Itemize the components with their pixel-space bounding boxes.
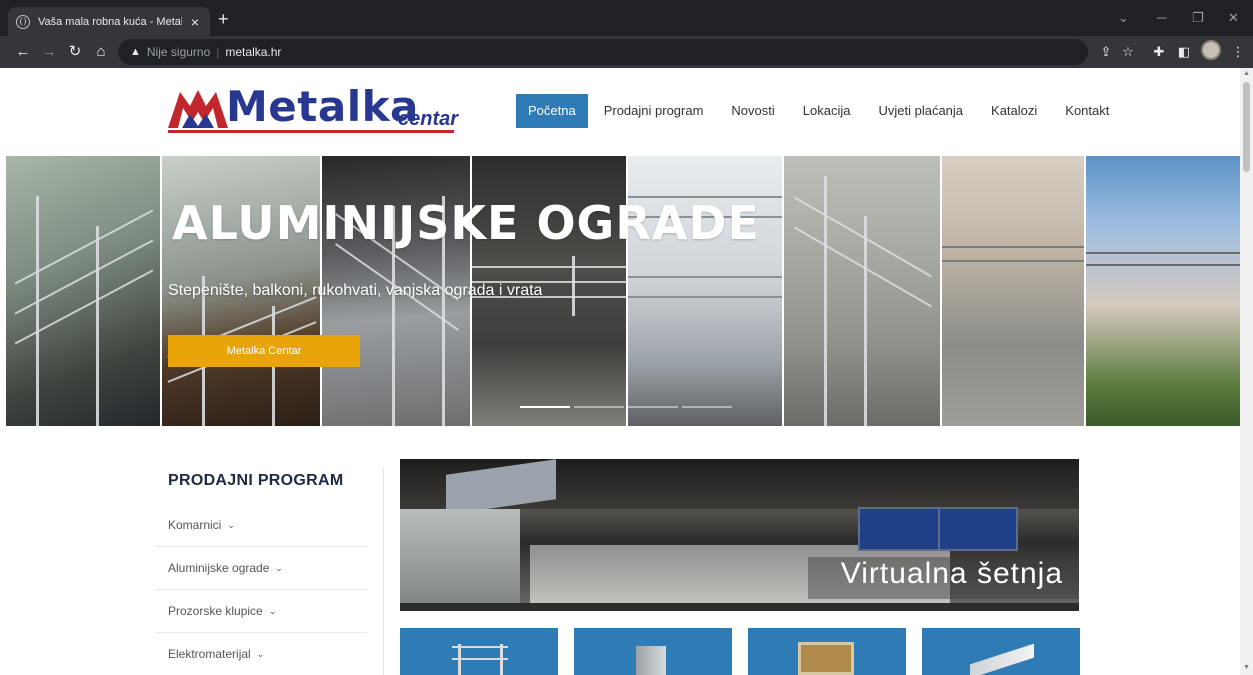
warning-icon[interactable]: ▲: [130, 46, 141, 58]
sidebar-item-aluminijske-ograde[interactable]: Aluminijske ograde ⌄: [155, 547, 367, 590]
sidebar-title: PRODAJNI PROGRAM: [168, 472, 344, 489]
url-text: metalka.hr: [225, 45, 282, 59]
hero-subtitle: Stepenište, balkoni, rukohvati, vanjska …: [168, 282, 543, 299]
chevron-down-icon: ⌄: [275, 562, 283, 573]
chevron-down-icon: ⌄: [268, 605, 277, 616]
hormann-billboard: [858, 507, 1018, 551]
tour-bottom-strip: [400, 603, 1079, 611]
nav-kontakt[interactable]: Kontakt: [1053, 94, 1121, 128]
metalka-logo-mark: [168, 90, 228, 128]
nav-katalozi[interactable]: Katalozi: [979, 94, 1049, 128]
slider-indicators: [520, 406, 732, 408]
storefront-window: [400, 509, 520, 611]
insecure-label: Nije sigurno: [146, 45, 211, 59]
scrollbar-thumb[interactable]: [1243, 82, 1250, 172]
maximize-icon[interactable]: ❐: [1192, 10, 1204, 26]
virtual-tour-banner[interactable]: Virtualna šetnja: [400, 459, 1079, 611]
logo-subtitle: centar: [398, 108, 459, 130]
slider-dot[interactable]: [574, 406, 624, 408]
sidebar-item-label: Komarnici: [168, 518, 222, 532]
hero-photo-staircase-1: [6, 156, 162, 426]
slider-dot[interactable]: [682, 406, 732, 408]
main-navigation: Početna Prodajni program Novosti Lokacij…: [516, 94, 1125, 128]
close-window-icon[interactable]: ✕: [1228, 10, 1239, 26]
tour-caption: Virtualna šetnja: [840, 557, 1063, 590]
tab-title: Vaša mala robna kuća - Metalka: [38, 15, 182, 28]
hero-title: ALUMINIJSKE OGRADE: [172, 196, 760, 250]
reload-icon[interactable]: ↻: [66, 43, 84, 61]
scroll-up-icon[interactable]: ▲: [1243, 70, 1250, 77]
menu-kebab-icon[interactable]: ⋮: [1230, 44, 1246, 60]
tab-search-icon[interactable]: ⌄: [1118, 10, 1129, 26]
omnibox-separator: |: [216, 45, 220, 59]
nav-novosti[interactable]: Novosti: [719, 94, 786, 128]
content-divider: [383, 468, 384, 675]
minimize-icon[interactable]: ─: [1157, 10, 1166, 25]
browser-toolbar: ← → ↻ ⌂ ▲ Nije sigurno | metalka.hr ⇪ ☆ …: [0, 36, 1253, 68]
sidebar-item-label: Elektromaterijal: [168, 647, 251, 661]
share-icon[interactable]: ⇪: [1098, 44, 1114, 60]
scroll-down-icon[interactable]: ▼: [1243, 664, 1250, 671]
address-bar[interactable]: ▲ Nije sigurno | metalka.hr: [118, 39, 1088, 65]
side-panel-icon[interactable]: ◧: [1176, 44, 1192, 60]
bookmark-star-icon[interactable]: ☆: [1120, 44, 1136, 60]
product-tiles: [400, 628, 1080, 675]
slider-dot[interactable]: [628, 406, 678, 408]
web-page: Metalka centar Početna Prodajni program …: [0, 68, 1240, 675]
new-tab-button[interactable]: +: [218, 10, 229, 28]
extensions-icon[interactable]: ✚: [1151, 44, 1167, 60]
profile-avatar[interactable]: [1201, 40, 1221, 60]
product-tile-door[interactable]: [574, 628, 732, 675]
hero-photo-house: [1086, 156, 1240, 426]
browser-tab-strip: Vaša mala robna kuća - Metalka × + ⌄ ─ ❐…: [0, 0, 1253, 36]
globe-icon: [16, 14, 30, 29]
nav-pocetna[interactable]: Početna: [516, 94, 588, 128]
nav-prodajni-program[interactable]: Prodajni program: [592, 94, 716, 128]
hero-photo-house-balcony: [942, 156, 1086, 426]
forward-icon[interactable]: →: [40, 43, 58, 61]
chevron-down-icon: ⌄: [256, 648, 265, 659]
close-tab-icon[interactable]: ×: [188, 14, 202, 30]
page-scrollbar[interactable]: ▲ ▼: [1240, 68, 1253, 675]
chevron-down-icon: ⌄: [227, 519, 235, 530]
hero-photo-outdoor-stairs: [784, 156, 942, 426]
nav-lokacija[interactable]: Lokacija: [791, 94, 863, 128]
nav-uvjeti-placanja[interactable]: Uvjeti plaćanja: [866, 94, 975, 128]
hero-cta-button[interactable]: Metalka Centar: [168, 335, 360, 367]
logo-wordmark: Metalka: [226, 82, 419, 131]
sidebar-item-komarnici[interactable]: Komarnici ⌄: [155, 504, 367, 547]
home-icon[interactable]: ⌂: [92, 43, 110, 61]
site-logo[interactable]: Metalka centar: [168, 82, 458, 136]
sidebar-item-label: Prozorske klupice: [168, 604, 263, 618]
slider-dot[interactable]: [520, 406, 570, 408]
logo-underline: [168, 130, 454, 133]
product-tile-window-sill[interactable]: [922, 628, 1080, 675]
sidebar-category-list: Komarnici ⌄ Aluminijske ograde ⌄ Prozors…: [155, 504, 367, 675]
sidebar-item-elektromaterijal[interactable]: Elektromaterijal ⌄: [155, 633, 367, 675]
sidebar-item-prozorske-klupice[interactable]: Prozorske klupice ⌄: [155, 590, 367, 633]
product-tile-vent-grille[interactable]: [748, 628, 906, 675]
back-icon[interactable]: ←: [14, 43, 32, 61]
product-tile-railing[interactable]: [400, 628, 558, 675]
sidebar-item-label: Aluminijske ograde: [168, 561, 270, 575]
browser-tab[interactable]: Vaša mala robna kuća - Metalka ×: [8, 7, 210, 36]
